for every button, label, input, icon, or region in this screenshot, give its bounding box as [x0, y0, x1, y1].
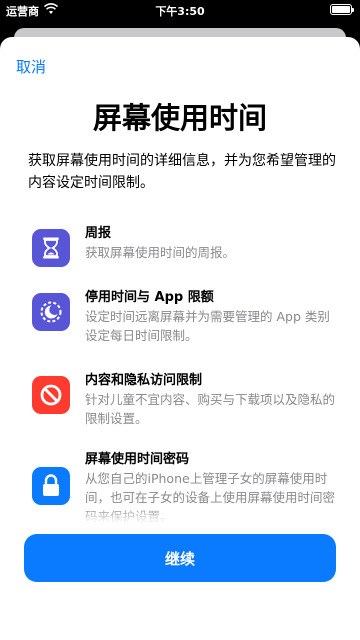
feature-title: 内容和隐私访问限制 — [85, 373, 203, 388]
hourglass-icon — [32, 229, 70, 267]
feature-title: 屏幕使用时间密码 — [85, 452, 190, 467]
feature-description: 设定时间远离屏幕并为需要管理的 App 类别设定每日时间限制。 — [85, 309, 330, 343]
screen-time-sheet: 取消 屏幕使用时间 获取屏幕使用时间的详细信息，并为您希望管理的内容设定时间限制… — [0, 37, 360, 640]
battery-icon — [330, 4, 354, 15]
continue-button[interactable]: 继续 — [24, 534, 336, 582]
lock-icon — [32, 467, 70, 505]
page-subtitle: 获取屏幕使用时间的详细信息，并为您希望管理的内容设定时间限制。 — [28, 153, 336, 191]
status-bar: 运营商 下午3:50 — [0, 0, 360, 20]
page-title: 屏幕使用时间 — [92, 101, 267, 135]
feature-title: 停用时间与 App 限额 — [85, 290, 214, 305]
feature-description: 获取屏幕使用时间的周报。 — [85, 245, 236, 260]
status-time: 下午3:50 — [155, 5, 205, 18]
feature-description: 针对儿童不宜内容、购买与下载项以及隐私的限制设置。 — [85, 392, 336, 426]
cancel-button[interactable]: 取消 — [16, 56, 46, 77]
restriction-icon — [32, 376, 70, 414]
downtime-moon-icon — [32, 293, 70, 331]
feature-title: 周报 — [85, 226, 112, 241]
